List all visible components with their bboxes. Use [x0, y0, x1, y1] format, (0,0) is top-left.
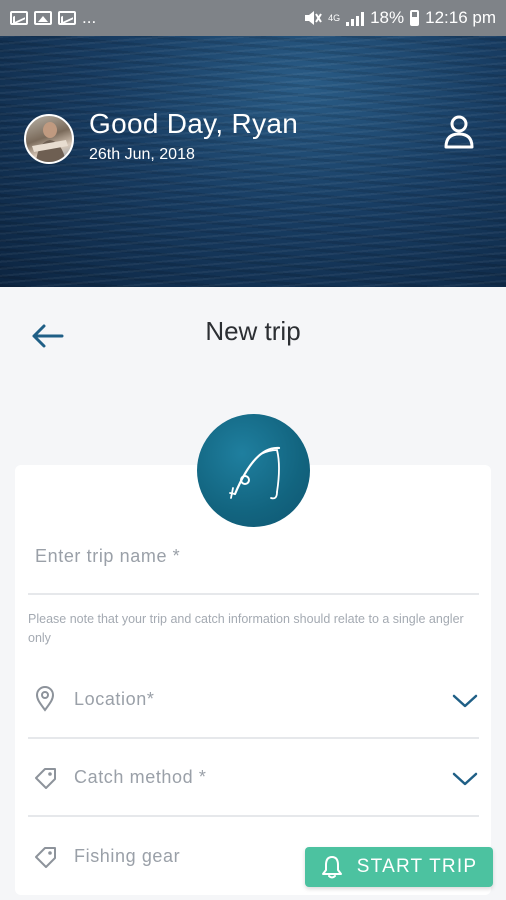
page-title: New trip: [205, 316, 301, 346]
location-pin-icon: [33, 686, 57, 712]
battery-icon: [410, 10, 420, 26]
start-trip-label: START TRIP: [356, 856, 478, 877]
mail-icon: [58, 11, 76, 25]
fishing-gear-select[interactable]: Fishing gear: [74, 846, 180, 867]
tag-icon: [33, 844, 57, 870]
network-type: 4G: [328, 12, 341, 23]
tag-icon: [33, 765, 57, 791]
bell-icon: [321, 856, 342, 879]
trip-name-underline: [28, 593, 479, 595]
chevron-down-icon: [452, 694, 478, 708]
status-bar: ... 4G 18% 12:16 pm: [0, 0, 506, 36]
battery-percent: 18%: [370, 8, 405, 27]
notification-icons: ...: [10, 8, 96, 28]
location-divider: [28, 737, 479, 739]
greeting: Good Day, Ryan: [89, 108, 299, 139]
avatar-photo: [32, 122, 68, 162]
header-banner: Good Day, Ryan 26th Jun, 2018: [0, 36, 506, 287]
image-icon: [34, 11, 52, 25]
catch-method-dropdown-chevron[interactable]: [451, 770, 479, 788]
location-select[interactable]: Location*: [74, 689, 154, 710]
catch-method-select[interactable]: Catch method *: [74, 767, 206, 788]
location-dropdown-chevron[interactable]: [451, 692, 479, 710]
catch-method-divider: [28, 815, 479, 817]
new-trip-form-card: [15, 465, 491, 895]
system-icons: 4G 18% 12:16 pm: [304, 8, 496, 28]
chevron-down-icon: [452, 772, 478, 786]
more-notifications: ...: [82, 8, 97, 27]
fishing-rod-icon: [229, 446, 281, 500]
mail-icon: [10, 11, 28, 25]
clock: 12:16 pm: [425, 8, 496, 27]
mute-icon: [305, 11, 322, 25]
single-angler-note: Please note that your trip and catch inf…: [28, 612, 464, 645]
start-trip-button[interactable]: START TRIP: [305, 847, 493, 887]
avatar[interactable]: [24, 114, 74, 164]
user-icon: [444, 115, 474, 149]
profile-button[interactable]: [442, 114, 476, 150]
signal-icon: [346, 10, 365, 26]
current-date: 26th Jun, 2018: [89, 146, 195, 163]
trip-logo: [197, 414, 310, 527]
trip-name-input[interactable]: Enter trip name *: [35, 546, 180, 567]
